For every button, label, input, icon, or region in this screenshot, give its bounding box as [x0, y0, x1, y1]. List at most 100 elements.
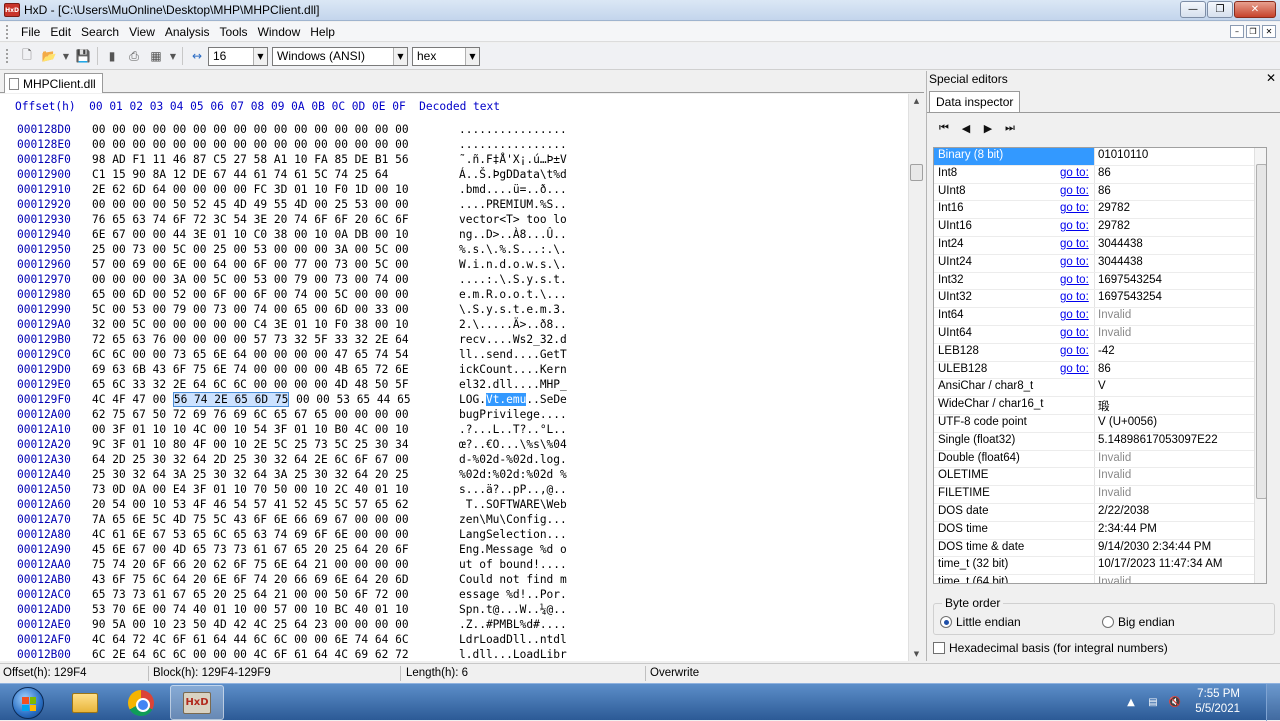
goto-link[interactable]: go to:	[1060, 185, 1089, 197]
menu-edit[interactable]: Edit	[45, 22, 76, 42]
inspector-value[interactable]: 01010110	[1098, 149, 1148, 161]
row-decoded-text[interactable]: ut of bound!....	[459, 557, 567, 572]
hex-row[interactable]: 00012AF0 4C 64 72 4C 6F 61 64 44 6C 6C 00…	[0, 632, 908, 647]
menu-view[interactable]: View	[124, 22, 160, 42]
row-bytes[interactable]: 65 6C 33 32 2E 64 6C 6C 00 00 00 00 4D 4…	[92, 377, 409, 392]
inspector-row[interactable]: Int24 go to: 3044438	[934, 237, 1254, 255]
little-endian-radio[interactable]: Little endian	[940, 615, 1021, 629]
taskbar-hxd[interactable]: HxD	[170, 685, 224, 720]
inspector-value[interactable]: V (U+0056)	[1098, 416, 1157, 428]
row-decoded-text[interactable]: ˜.ñ.F‡Å'X¡.ú…Þ±V	[459, 152, 567, 167]
row-bytes[interactable]: 75 74 20 6F 66 20 62 6F 75 6E 64 21 00 0…	[92, 557, 409, 572]
row-bytes[interactable]: 00 00 00 00 3A 00 5C 00 53 00 79 00 73 0…	[92, 272, 409, 287]
menu-analysis[interactable]: Analysis	[160, 22, 215, 42]
inspector-row[interactable]: Int64 go to: Invalid	[934, 308, 1254, 326]
hex-vertical-scrollbar[interactable]: ▲ ▼	[908, 94, 924, 661]
row-decoded-text[interactable]: Could not find m	[459, 572, 567, 587]
bytes-per-row-select[interactable]: 16 ▼	[208, 46, 268, 66]
open-file-icon[interactable]: 📂	[40, 47, 58, 65]
row-bytes[interactable]: 20 54 00 10 53 4F 46 54 57 41 52 45 5C 5…	[92, 497, 409, 512]
row-bytes[interactable]: C1 15 90 8A 12 DE 67 44 61 74 61 5C 74 2…	[92, 167, 388, 182]
row-bytes[interactable]: 00 00 00 00 00 00 00 00 00 00 00 00 00 0…	[92, 122, 409, 137]
row-decoded-text[interactable]: %.s.\.%.S...:.\.	[459, 242, 567, 257]
hex-row[interactable]: 00012960 57 00 69 00 6E 00 64 00 6F 00 77…	[0, 257, 908, 272]
hex-row[interactable]: 000128F0 98 AD F1 11 46 87 C5 27 58 A1 10…	[0, 152, 908, 167]
row-bytes[interactable]: 6C 6C 00 00 73 65 6E 64 00 00 00 00 47 6…	[92, 347, 409, 362]
network-icon[interactable]: ▤	[1145, 696, 1161, 710]
row-decoded-text[interactable]: l.dll...LoadLibr	[459, 647, 567, 662]
hex-row[interactable]: 00012A40 25 30 32 64 3A 25 30 32 64 3A 25…	[0, 467, 908, 482]
row-bytes[interactable]: 65 00 6D 00 52 00 6F 00 6F 00 74 00 5C 0…	[92, 287, 409, 302]
mdi-minimize-button[interactable]: –	[1230, 25, 1244, 38]
row-bytes[interactable]: 72 65 63 76 00 00 00 00 57 73 32 5F 33 3…	[92, 332, 409, 347]
menu-search[interactable]: Search	[76, 22, 124, 42]
chevron-down-icon[interactable]: ▼	[253, 47, 267, 65]
save-icon[interactable]: 💾	[74, 47, 92, 65]
row-bytes[interactable]: 00 00 00 00 00 00 00 00 00 00 00 00 00 0…	[92, 137, 409, 152]
row-bytes[interactable]: 25 30 32 64 3A 25 30 32 64 3A 25 30 32 6…	[92, 467, 409, 482]
hex-row[interactable]: 00012A10 00 3F 01 10 10 4C 00 10 54 3F 01…	[0, 422, 908, 437]
hex-row[interactable]: 00012A70 7A 65 6E 5C 4D 75 5C 43 6F 6E 66…	[0, 512, 908, 527]
hex-row[interactable]: 00012970 00 00 00 00 3A 00 5C 00 53 00 79…	[0, 272, 908, 287]
inspector-row[interactable]: UInt24 go to: 3044438	[934, 255, 1254, 273]
row-bytes[interactable]: 76 65 63 74 6F 72 3C 54 3E 20 74 6F 6F 2…	[92, 212, 409, 227]
inspector-row[interactable]: AnsiChar / char8_t V	[934, 379, 1254, 398]
inspector-row[interactable]: Double (float64) Invalid	[934, 451, 1254, 469]
row-bytes[interactable]: 57 00 69 00 6E 00 64 00 6F 00 77 00 73 0…	[92, 257, 409, 272]
show-hidden-icons-icon[interactable]: ▲	[1123, 696, 1139, 710]
row-decoded-text[interactable]: LangSelection...	[459, 527, 567, 542]
row-decoded-text[interactable]: ....:.\.S.y.s.t.	[459, 272, 567, 287]
goto-link[interactable]: go to:	[1060, 202, 1089, 214]
hex-row[interactable]: 00012900 C1 15 90 8A 12 DE 67 44 61 74 61…	[0, 167, 908, 182]
row-bytes[interactable]: 00 3F 01 10 10 4C 00 10 54 3F 01 10 B0 4…	[92, 422, 409, 437]
radio-selected-icon[interactable]	[940, 616, 952, 628]
inspector-row[interactable]: UInt64 go to: Invalid	[934, 326, 1254, 344]
row-bytes[interactable]: 25 00 73 00 5C 00 25 00 53 00 00 00 3A 0…	[92, 242, 409, 257]
row-bytes[interactable]: 73 0D 0A 00 E4 3F 01 10 70 50 00 10 2C 4…	[92, 482, 409, 497]
inspector-value[interactable]: Invalid	[1098, 327, 1131, 339]
open-dropdown-icon[interactable]: ▼	[62, 47, 70, 65]
inspector-value[interactable]: 86	[1098, 363, 1111, 375]
hex-row[interactable]: 00012A20 9C 3F 01 10 80 4F 00 10 2E 5C 25…	[0, 437, 908, 452]
hex-row[interactable]: 00012AB0 43 6F 75 6C 64 20 6E 6F 74 20 66…	[0, 572, 908, 587]
inspector-row[interactable]: FILETIME Invalid	[934, 486, 1254, 504]
goto-link[interactable]: go to:	[1060, 167, 1089, 179]
hex-row[interactable]: 00012980 65 00 6D 00 52 00 6F 00 6F 00 74…	[0, 287, 908, 302]
menu-help[interactable]: Help	[305, 22, 340, 42]
inspector-value[interactable]: 29782	[1098, 202, 1130, 214]
row-text-part[interactable]: LOG.	[459, 393, 486, 406]
row-decoded-text[interactable]: T..SOFTWARE\Web	[459, 497, 567, 512]
mdi-restore-button[interactable]: ❐	[1246, 25, 1260, 38]
menu-file[interactable]: File	[16, 22, 45, 42]
row-decoded-text[interactable]: .?...L..T?..°L..	[459, 422, 567, 437]
hex-row[interactable]: 000129C0 6C 6C 00 00 73 65 6E 64 00 00 00…	[0, 347, 908, 362]
goto-link[interactable]: go to:	[1060, 345, 1089, 357]
status-mode[interactable]: Overwrite	[650, 667, 699, 679]
row-decoded-text[interactable]: ................	[459, 122, 567, 137]
inspector-value[interactable]: 86	[1098, 185, 1111, 197]
row-decoded-text[interactable]: LOG.Vt.emu..SeDe	[459, 392, 567, 407]
chevron-down-icon[interactable]: ▼	[465, 47, 479, 65]
row-bytes[interactable]: 6E 67 00 00 44 3E 01 10 C0 38 00 10 0A D…	[92, 227, 409, 242]
mdi-close-button[interactable]: ✕	[1262, 25, 1276, 38]
scroll-down-icon[interactable]: ▼	[909, 647, 924, 661]
row-decoded-text[interactable]: .bmd....ü=..ð...	[459, 182, 567, 197]
hex-row[interactable]: 000129E0 65 6C 33 32 2E 64 6C 6C 00 00 00…	[0, 377, 908, 392]
inspector-value[interactable]: 3044438	[1098, 238, 1143, 250]
row-bytes[interactable]: 98 AD F1 11 46 87 C5 27 58 A1 10 FA 85 D…	[92, 152, 409, 167]
row-bytes[interactable]: 00 00 00 00 50 52 45 4D 49 55 4D 00 25 5…	[92, 197, 409, 212]
inspector-value[interactable]: Invalid	[1098, 452, 1131, 464]
row-bytes[interactable]: 53 70 6E 00 74 40 01 10 00 57 00 10 BC 4…	[92, 602, 409, 617]
inspector-row[interactable]: Int32 go to: 1697543254	[934, 273, 1254, 291]
row-decoded-text[interactable]: ................	[459, 137, 567, 152]
maximize-button[interactable]: ❐	[1207, 1, 1233, 18]
close-button[interactable]: ✕	[1234, 1, 1276, 18]
menu-window[interactable]: Window	[253, 22, 306, 42]
inspector-row[interactable]: DOS time 2:34:44 PM	[934, 522, 1254, 540]
hxd-app-icon[interactable]: HxD	[4, 3, 20, 17]
hex-row[interactable]: 00012B00 6C 2E 64 6C 6C 00 00 00 4C 6F 61…	[0, 647, 908, 662]
hex-row[interactable]: 00012A50 73 0D 0A 00 E4 3F 01 10 70 50 00…	[0, 482, 908, 497]
taskbar-chrome[interactable]	[114, 685, 168, 720]
row-bytes[interactable]: 32 00 5C 00 00 00 00 00 C4 3E 01 10 F0 3…	[92, 317, 409, 332]
row-decoded-text[interactable]: 2.\.....Ä>..ð8..	[459, 317, 567, 332]
